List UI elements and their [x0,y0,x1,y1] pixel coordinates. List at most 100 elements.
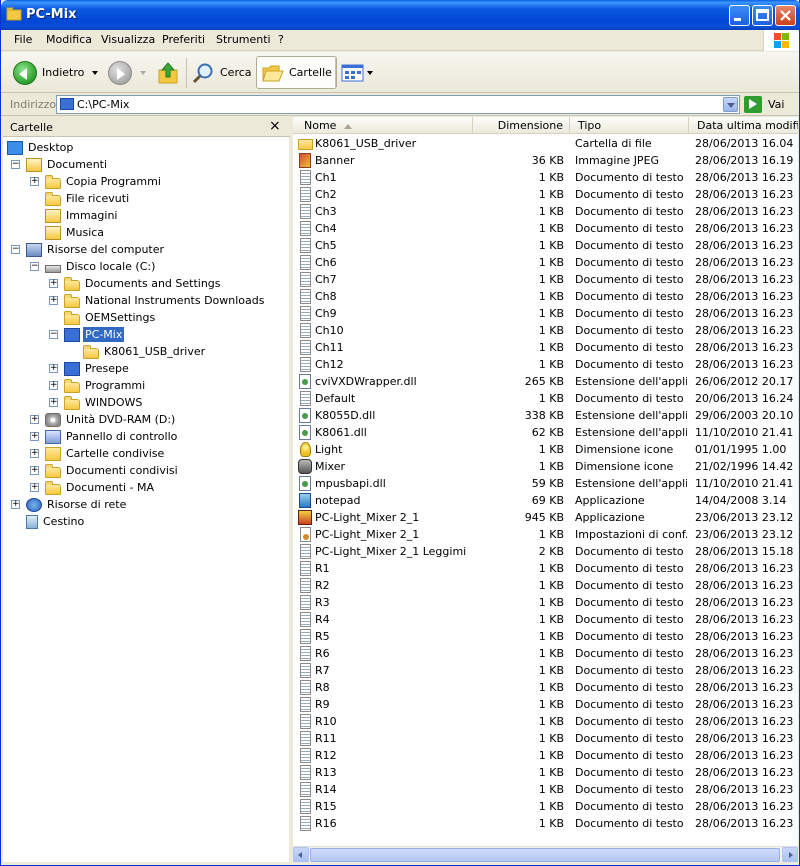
title-bar[interactable]: PC-Mix [1,0,800,30]
expand-icon[interactable]: + [30,432,39,441]
file-row[interactable]: R9 1 KB Documento di testo 28/06/2013 16.23 [293,696,798,713]
tree-item-label[interactable]: Copia Programmi [64,174,163,189]
tree-item[interactable]: Musica [45,224,106,241]
file-row[interactable]: Mixer 1 KB Dimensione icone 21/02/1996 14.4… [293,458,798,475]
file-row[interactable]: Ch11 1 KB Documento di testo 28/06/2013 16.… [293,339,798,356]
tree-item[interactable]: Immagini [45,207,119,224]
file-row[interactable]: R14 1 KB Documento di testo 28/06/2013 16.2… [293,781,798,798]
expand-icon[interactable]: + [30,483,39,492]
menu-file[interactable]: File [14,33,32,46]
file-row[interactable]: R6 1 KB Documento di testo 28/06/2013 16.23 [293,645,798,662]
expand-icon[interactable]: + [49,364,58,373]
collapse-icon[interactable]: − [30,262,39,271]
file-row[interactable]: R12 1 KB Documento di testo 28/06/2013 16.2… [293,747,798,764]
maximize-button[interactable] [752,5,773,26]
menu-modifica[interactable]: Modifica [46,33,92,46]
file-row[interactable]: Ch4 1 KB Documento di testo 28/06/2013 16.2… [293,220,798,237]
tree-item-label[interactable]: Cartelle condivise [64,446,166,461]
file-row[interactable]: R11 1 KB Documento di testo 28/06/2013 16.2… [293,730,798,747]
tree-item[interactable]: − Risorse del computer [11,241,166,258]
tree-item-label[interactable]: Desktop [26,140,75,155]
tree-item-label[interactable]: Documenti [45,157,109,172]
file-row[interactable]: mpusbapi.dll 59 KB Estensione dell'appli..… [293,475,798,492]
tree-item[interactable]: K8061_USB_driver [83,343,207,360]
tree-item[interactable]: + WINDOWS [49,394,144,411]
tree-item-label[interactable]: PC-Mix [83,327,125,342]
address-dropdown-button[interactable] [723,97,738,112]
views-button[interactable] [341,56,373,89]
menu-help[interactable]: ? [278,33,284,46]
file-row[interactable]: R15 1 KB Documento di testo 28/06/2013 16.2… [293,798,798,815]
expand-icon[interactable]: + [30,415,39,424]
tree-item[interactable]: − PC-Mix [49,326,125,343]
scrollbar-thumb[interactable] [310,848,780,862]
file-row[interactable]: Ch10 1 KB Documento di testo 28/06/2013 16.… [293,322,798,339]
file-row[interactable]: R10 1 KB Documento di testo 28/06/2013 16.2… [293,713,798,730]
back-button[interactable]: Indietro [13,56,99,89]
collapse-icon[interactable]: − [11,245,20,254]
expand-icon[interactable]: + [30,177,39,186]
go-button[interactable]: Vai [744,95,784,114]
tree-item[interactable]: File ricevuti [45,190,131,207]
expand-icon[interactable]: + [30,449,39,458]
file-row[interactable]: R13 1 KB Documento di testo 28/06/2013 16.2… [293,764,798,781]
tree-item-label[interactable]: Presepe [83,361,131,376]
tree-item-label[interactable]: Musica [64,225,106,240]
collapse-icon[interactable]: − [11,160,20,169]
tree-item-label[interactable]: Documenti - MA [64,480,156,495]
file-row[interactable]: PC-Light_Mixer 2_1 945 KB Applicazione 23/0… [293,509,798,526]
minimize-button[interactable] [729,5,750,26]
close-button[interactable] [775,5,796,26]
tree-item[interactable]: + Pannello di controllo [30,428,179,445]
file-row[interactable]: R4 1 KB Documento di testo 28/06/2013 16.23 [293,611,798,628]
tree-item[interactable]: + Programmi [49,377,147,394]
file-row[interactable]: PC-Light_Mixer 2_1 1 KB Impostazioni di co… [293,526,798,543]
tree-item[interactable]: + Risorse di rete [11,496,128,513]
tree-item-label[interactable]: Unità DVD-RAM (D:) [64,412,177,427]
file-row[interactable]: Banner 36 KB Immagine JPEG 28/06/2013 16.19 [293,152,798,169]
file-row[interactable]: Ch5 1 KB Documento di testo 28/06/2013 16.2… [293,237,798,254]
expand-icon[interactable]: + [49,296,58,305]
address-input[interactable]: C:\PC-Mix [56,95,740,114]
expand-icon[interactable]: + [11,500,20,509]
back-dropdown-icon[interactable] [92,70,99,75]
column-header-name[interactable]: Nome [293,117,473,134]
file-row[interactable]: notepad 69 KB Applicazione 14/04/2008 3.14 [293,492,798,509]
scroll-left-button[interactable] [293,847,309,862]
views-dropdown-icon[interactable] [367,70,373,75]
file-row[interactable]: R16 1 KB Documento di testo 28/06/2013 16.2… [293,815,798,832]
file-row[interactable]: Ch12 1 KB Documento di testo 28/06/2013 16.… [293,356,798,373]
file-row[interactable]: Ch7 1 KB Documento di testo 28/06/2013 16.2… [293,271,798,288]
tree-item-label[interactable]: Pannello di controllo [64,429,179,444]
tree-item-label[interactable]: Cestino [41,514,86,529]
folders-toggle-button[interactable]: Cartelle [256,56,337,89]
tree-item-label[interactable]: K8061_USB_driver [102,344,207,359]
file-row[interactable]: R3 1 KB Documento di testo 28/06/2013 16.23 [293,594,798,611]
up-folder-button[interactable] [157,56,179,89]
tree-item[interactable]: + Documents and Settings [49,275,223,292]
file-row[interactable]: K8055D.dll 338 KB Estensione dell'appli...… [293,407,798,424]
tree-item[interactable]: + Unità DVD-RAM (D:) [30,411,177,428]
address-value[interactable]: C:\PC-Mix [77,98,129,111]
tree-item-label[interactable]: Documenti condivisi [64,463,180,478]
file-row[interactable]: cviVXDWrapper.dll 265 KB Estensione dell'a… [293,373,798,390]
file-row[interactable]: R5 1 KB Documento di testo 28/06/2013 16.23 [293,628,798,645]
tree-item[interactable]: + Documenti condivisi [30,462,180,479]
file-row[interactable]: Ch9 1 KB Documento di testo 28/06/2013 16.2… [293,305,798,322]
tree-item[interactable]: + National Instruments Downloads [49,292,267,309]
column-header-size[interactable]: Dimensione [473,117,570,134]
tree-item-label[interactable]: Risorse di rete [45,497,128,512]
file-row[interactable]: Ch3 1 KB Documento di testo 28/06/2013 16.2… [293,203,798,220]
tree-item-label[interactable]: Programmi [83,378,147,393]
tree-item-label[interactable]: WINDOWS [83,395,144,410]
menu-strumenti[interactable]: Strumenti [216,33,271,46]
tree-item[interactable]: Desktop [7,139,75,156]
tree-item-label[interactable]: File ricevuti [64,191,131,206]
tree-item-label[interactable]: Disco locale (C:) [64,259,157,274]
file-row[interactable]: Default 1 KB Documento di testo 20/06/2013 … [293,390,798,407]
tree-item[interactable]: − Disco locale (C:) [30,258,157,275]
file-row[interactable]: Ch1 1 KB Documento di testo 28/06/2013 16.2… [293,169,798,186]
scroll-right-button[interactable] [782,847,798,862]
expand-icon[interactable]: + [49,398,58,407]
forward-button[interactable] [108,56,146,89]
